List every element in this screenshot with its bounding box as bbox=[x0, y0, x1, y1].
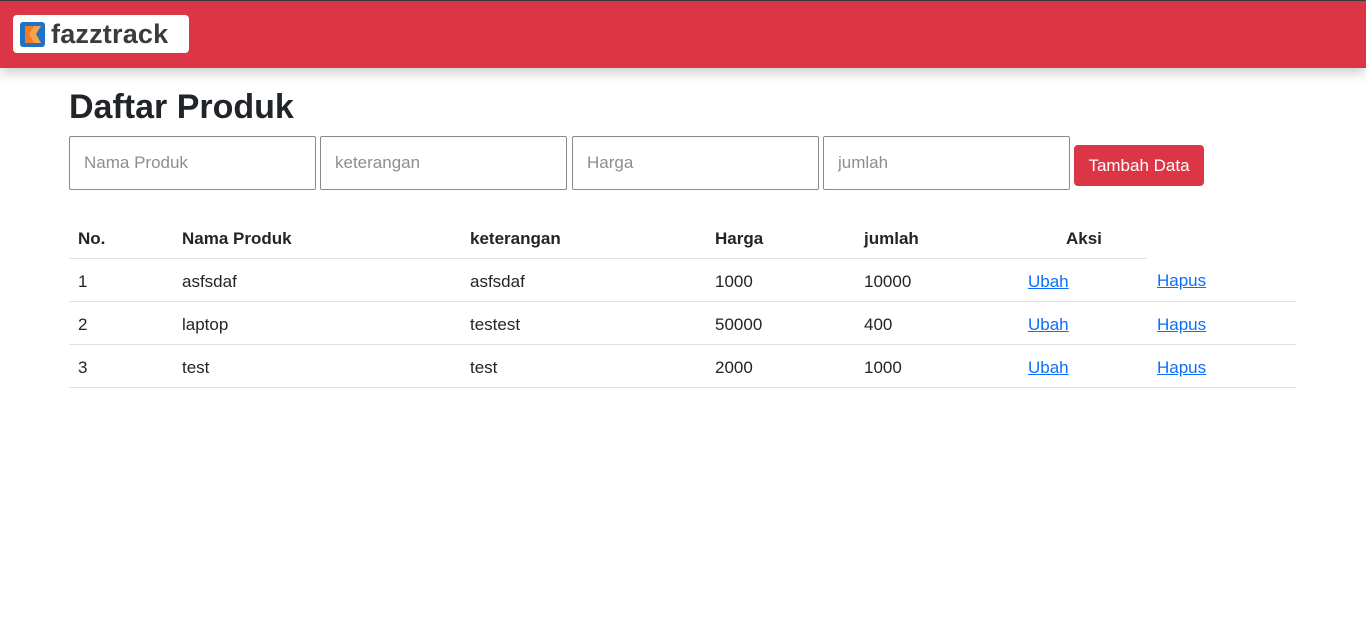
cell-no: 3 bbox=[78, 358, 88, 377]
cell-description: testest bbox=[470, 315, 521, 334]
cell-price: 1000 bbox=[715, 272, 753, 291]
cell-quantity: 1000 bbox=[864, 358, 902, 377]
cell-no: 2 bbox=[78, 315, 88, 334]
brand-logo-link[interactable]: fazztrack bbox=[13, 15, 189, 53]
delete-link[interactable]: Hapus bbox=[1157, 316, 1206, 333]
row-divider bbox=[69, 344, 1296, 345]
header-price: Harga bbox=[715, 229, 764, 248]
cell-name: laptop bbox=[182, 315, 229, 334]
header-quantity: jumlah bbox=[864, 229, 919, 248]
header-name: Nama Produk bbox=[182, 229, 292, 248]
cell-quantity: 400 bbox=[864, 315, 893, 334]
delete-link[interactable]: Hapus bbox=[1157, 272, 1206, 289]
quantity-input[interactable] bbox=[823, 136, 1070, 190]
cell-no: 1 bbox=[78, 272, 88, 291]
cell-name: asfsdaf bbox=[182, 272, 237, 291]
edit-link[interactable]: Ubah bbox=[1028, 316, 1069, 333]
delete-link[interactable]: Hapus bbox=[1157, 359, 1206, 376]
navbar: fazztrack bbox=[0, 0, 1366, 68]
header-description: keterangan bbox=[470, 229, 561, 248]
edit-link[interactable]: Ubah bbox=[1028, 273, 1069, 290]
header-no: No. bbox=[78, 229, 106, 248]
brand-name: fazztrack bbox=[51, 18, 169, 49]
cell-description: test bbox=[470, 358, 498, 377]
row-divider bbox=[69, 301, 1296, 302]
description-input[interactable] bbox=[320, 136, 567, 190]
header-actions: Aksi bbox=[1066, 229, 1102, 248]
page-title: Daftar Produk bbox=[69, 88, 294, 126]
edit-link[interactable]: Ubah bbox=[1028, 359, 1069, 376]
product-name-input[interactable] bbox=[69, 136, 316, 190]
cell-price: 2000 bbox=[715, 358, 753, 377]
cell-price: 50000 bbox=[715, 315, 763, 334]
cell-name: test bbox=[182, 358, 210, 377]
row-divider bbox=[69, 387, 1296, 388]
cell-quantity: 10000 bbox=[864, 272, 912, 291]
header-divider bbox=[69, 258, 1147, 259]
price-input[interactable] bbox=[572, 136, 819, 190]
fazztrack-logo-icon bbox=[20, 21, 45, 47]
cell-description: asfsdaf bbox=[470, 272, 525, 291]
add-data-button[interactable]: Tambah Data bbox=[1074, 145, 1204, 186]
